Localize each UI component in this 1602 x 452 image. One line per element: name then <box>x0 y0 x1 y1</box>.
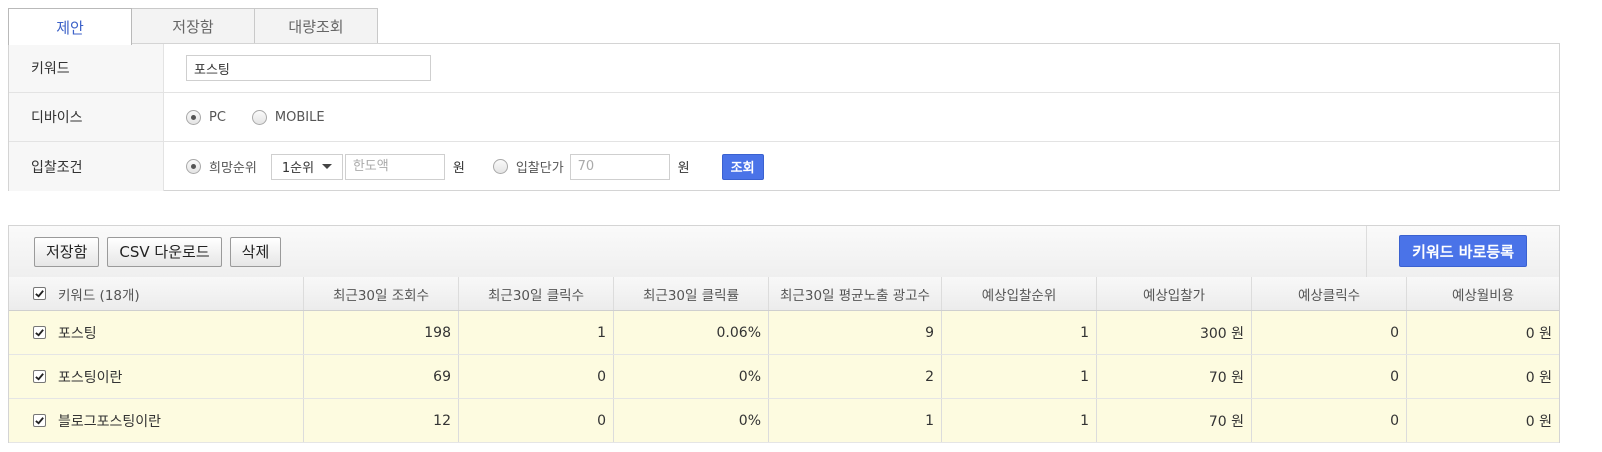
device-mobile-option[interactable]: MOBILE <box>251 109 325 125</box>
header-clicks[interactable]: 최근30일 클릭수 <box>459 277 614 310</box>
bid-cell: 70 원 <box>1097 355 1252 398</box>
save-button[interactable]: 저장함 <box>34 236 100 267</box>
desired-rank-radio[interactable] <box>186 159 201 174</box>
rank-cell: 1 <box>942 311 1097 354</box>
pc-radio[interactable] <box>186 109 201 125</box>
rank-select-value: 1순위 <box>281 161 315 176</box>
keyword-input[interactable] <box>186 55 431 81</box>
views-cell: 12 <box>304 399 459 442</box>
ads-cell: 2 <box>769 355 942 398</box>
chevron-down-icon <box>321 164 332 169</box>
rank-cell: 1 <box>942 355 1097 398</box>
keyword-label: 키워드 <box>9 44 164 92</box>
keyword-cell: 포스팅이란 <box>9 355 304 398</box>
pc-radio-label: PC <box>209 109 226 125</box>
cost-cell: 0 원 <box>1525 369 1552 386</box>
toolbar-divider <box>1366 226 1367 277</box>
bid-price-input[interactable] <box>569 153 670 180</box>
clicks-cell: 0 <box>459 355 614 398</box>
cost-cell: 0 원 <box>1525 413 1552 430</box>
mobile-radio-label: MOBILE <box>274 109 325 125</box>
cost-cell: 0 원 <box>1525 325 1552 342</box>
bid-condition-label: 입찰조건 <box>9 142 164 191</box>
clicks-cell: 0 <box>459 399 614 442</box>
select-all-checkbox[interactable] <box>33 287 46 300</box>
header-est-clicks[interactable]: 예상클릭수 <box>1252 277 1407 310</box>
keyword-text: 포스팅 <box>58 325 97 342</box>
desired-rank-option[interactable]: 희망순위 <box>186 157 257 176</box>
header-est-cost[interactable]: 예상월비용 <box>1407 277 1559 310</box>
check-icon <box>35 373 44 381</box>
bid-price-label: 입찰단가 <box>515 161 564 176</box>
tab-saved[interactable]: 저장함 <box>131 8 255 44</box>
header-ctr[interactable]: 최근30일 클릭률 <box>614 277 769 310</box>
row-checkbox[interactable] <box>33 326 46 339</box>
ads-cell: 1 <box>769 399 942 442</box>
table-row: 블로그포스팅이란 12 0 0% 1 1 70 원 0 0 원 <box>9 399 1559 443</box>
est-clicks-cell: 0 <box>1252 355 1407 398</box>
keyword-text: 블로그포스팅이란 <box>58 413 162 430</box>
est-clicks-cell: 0 <box>1252 399 1407 442</box>
est-clicks-cell: 0 <box>1252 311 1407 354</box>
ctr-cell: 0.06% <box>614 311 769 354</box>
device-row: 디바이스 PC MOBILE <box>9 93 1559 142</box>
bid-price-unit: 원 <box>677 161 690 176</box>
header-views[interactable]: 최근30일 조회수 <box>304 277 459 310</box>
row-checkbox[interactable] <box>33 370 46 383</box>
keyword-register-button[interactable]: 키워드 바로등록 <box>1399 235 1527 267</box>
bid-price-option[interactable]: 입찰단가 <box>492 157 564 176</box>
tab-suggest[interactable]: 제안 <box>8 8 132 45</box>
check-icon <box>35 290 44 298</box>
keyword-cell: 포스팅 <box>9 311 304 354</box>
delete-button[interactable]: 삭제 <box>229 236 282 267</box>
views-cell: 198 <box>304 311 459 354</box>
results-toolbar: 저장함 CSV 다운로드 삭제 키워드 바로등록 <box>8 225 1560 278</box>
desired-rank-label: 희망순위 <box>209 161 257 176</box>
device-label: 디바이스 <box>9 93 164 141</box>
ads-cell: 9 <box>769 311 942 354</box>
device-pc-option[interactable]: PC <box>186 109 226 125</box>
query-button[interactable]: 조회 <box>721 153 764 180</box>
header-est-rank[interactable]: 예상입찰순위 <box>942 277 1097 310</box>
views-cell: 69 <box>304 355 459 398</box>
row-checkbox[interactable] <box>33 414 46 427</box>
table-row: 포스팅이란 69 0 0% 2 1 70 원 0 0 원 <box>9 355 1559 399</box>
mobile-radio[interactable] <box>251 109 267 125</box>
rank-cell: 1 <box>942 399 1097 442</box>
check-icon <box>35 417 44 425</box>
table-header-row: 키워드 (18개) 최근30일 조회수 최근30일 클릭수 최근30일 클릭률 … <box>9 277 1559 311</box>
ctr-cell: 0% <box>614 355 769 398</box>
bid-cell: 300 원 <box>1097 311 1252 354</box>
csv-download-button[interactable]: CSV 다운로드 <box>107 236 222 267</box>
bid-cell: 70 원 <box>1097 399 1252 442</box>
bid-price-radio[interactable] <box>492 159 508 174</box>
ctr-cell: 0% <box>614 399 769 442</box>
header-est-bid[interactable]: 예상입찰가 <box>1097 277 1252 310</box>
tab-bar: 제안 저장함 대량조회 <box>8 8 378 45</box>
keyword-cell: 블로그포스팅이란 <box>9 399 304 442</box>
limit-amount-input[interactable] <box>344 153 445 180</box>
rank-select[interactable]: 1순위 <box>270 153 343 180</box>
check-icon <box>35 329 44 337</box>
keyword-table: 키워드 (18개) 최근30일 조회수 최근30일 클릭수 최근30일 클릭률 … <box>8 277 1560 443</box>
tab-bulk-query[interactable]: 대량조회 <box>254 8 378 44</box>
limit-unit: 원 <box>452 161 465 176</box>
header-avg-ads[interactable]: 최근30일 평균노출 광고수 <box>769 277 942 310</box>
keyword-text: 포스팅이란 <box>58 369 123 386</box>
table-row: 포스팅 198 1 0.06% 9 1 300 원 0 0 원 <box>9 311 1559 355</box>
clicks-cell: 1 <box>459 311 614 354</box>
bid-condition-row: 입찰조건 희망순위 1순위 원 입찰단가 원 조회 <box>9 142 1559 191</box>
header-keyword: 키워드 (18개) <box>9 277 304 310</box>
keyword-row: 키워드 <box>9 44 1559 93</box>
search-form-panel: 키워드 디바이스 PC MOBILE 입찰조건 희망순위 1순위 <box>8 43 1560 191</box>
header-keyword-label: 키워드 (18개) <box>58 287 140 304</box>
